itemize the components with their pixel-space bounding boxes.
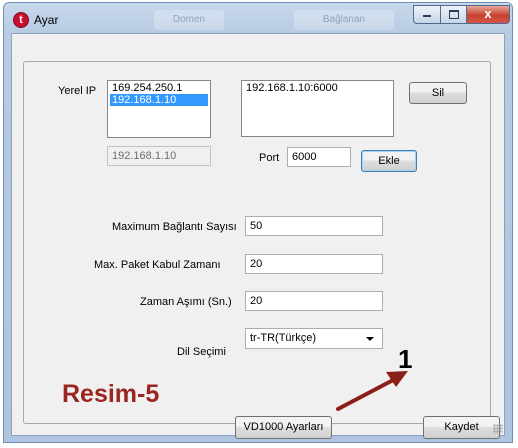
local-ip-label: Yerel IP [58, 85, 97, 97]
chevron-down-icon [366, 337, 374, 341]
delete-button[interactable]: Sil [409, 82, 467, 104]
max-packet-time-label: Max. Paket Kabul Zamanı [94, 259, 221, 271]
maximize-button[interactable] [440, 5, 467, 24]
close-button[interactable]: x [466, 5, 510, 24]
local-ip-list[interactable]: 169.254.250.1 192.168.1.10 [107, 80, 211, 138]
annotation-marker: 1 [398, 344, 413, 374]
settings-window: t Ayar Domen Bağlanan x Yerel IP 169.254… [3, 2, 513, 443]
port-input[interactable]: 6000 [287, 147, 351, 167]
max-connections-label: Maximum Bağlantı Sayısı [112, 221, 237, 233]
background-tab: Domen [154, 10, 224, 30]
add-button[interactable]: Ekle [361, 150, 417, 172]
client-area: Yerel IP 169.254.250.1 192.168.1.10 192.… [11, 33, 505, 439]
language-select[interactable]: tr-TR(Türkçe) [245, 328, 383, 349]
window-title: Ayar [34, 13, 59, 27]
timeout-input[interactable]: 20 [245, 291, 383, 311]
max-packet-time-input[interactable]: 20 [245, 254, 383, 274]
timeout-label: Zaman Aşımı (Sn.) [140, 296, 232, 308]
remote-endpoint-list[interactable]: 192.168.1.10:6000 [241, 80, 394, 137]
save-button[interactable]: Kaydet [423, 416, 500, 439]
list-item[interactable]: 192.168.1.10:6000 [244, 82, 391, 94]
resize-grip-icon[interactable] [493, 424, 503, 434]
close-icon: x [484, 6, 492, 21]
app-logo-icon: t [13, 12, 29, 28]
max-connections-input[interactable]: 50 [245, 216, 383, 236]
annotation-label: Resim-5 [62, 380, 160, 408]
selected-ip-field: 192.168.1.10 [107, 146, 211, 166]
maximize-icon [448, 10, 459, 19]
list-item[interactable]: 169.254.250.1 [110, 82, 208, 94]
minimize-button[interactable] [413, 5, 441, 24]
list-item-selected[interactable]: 192.168.1.10 [110, 94, 208, 106]
port-label: Port [259, 152, 280, 164]
minimize-icon [423, 15, 431, 17]
title-bar[interactable]: t Ayar Domen Bağlanan x [4, 3, 512, 33]
background-tab: Bağlanan [294, 10, 394, 30]
vd1000-settings-button[interactable]: VD1000 Ayarları [235, 416, 332, 439]
language-label: Dil Seçimi [177, 346, 226, 358]
language-select-value: tr-TR(Türkçe) [250, 332, 316, 344]
